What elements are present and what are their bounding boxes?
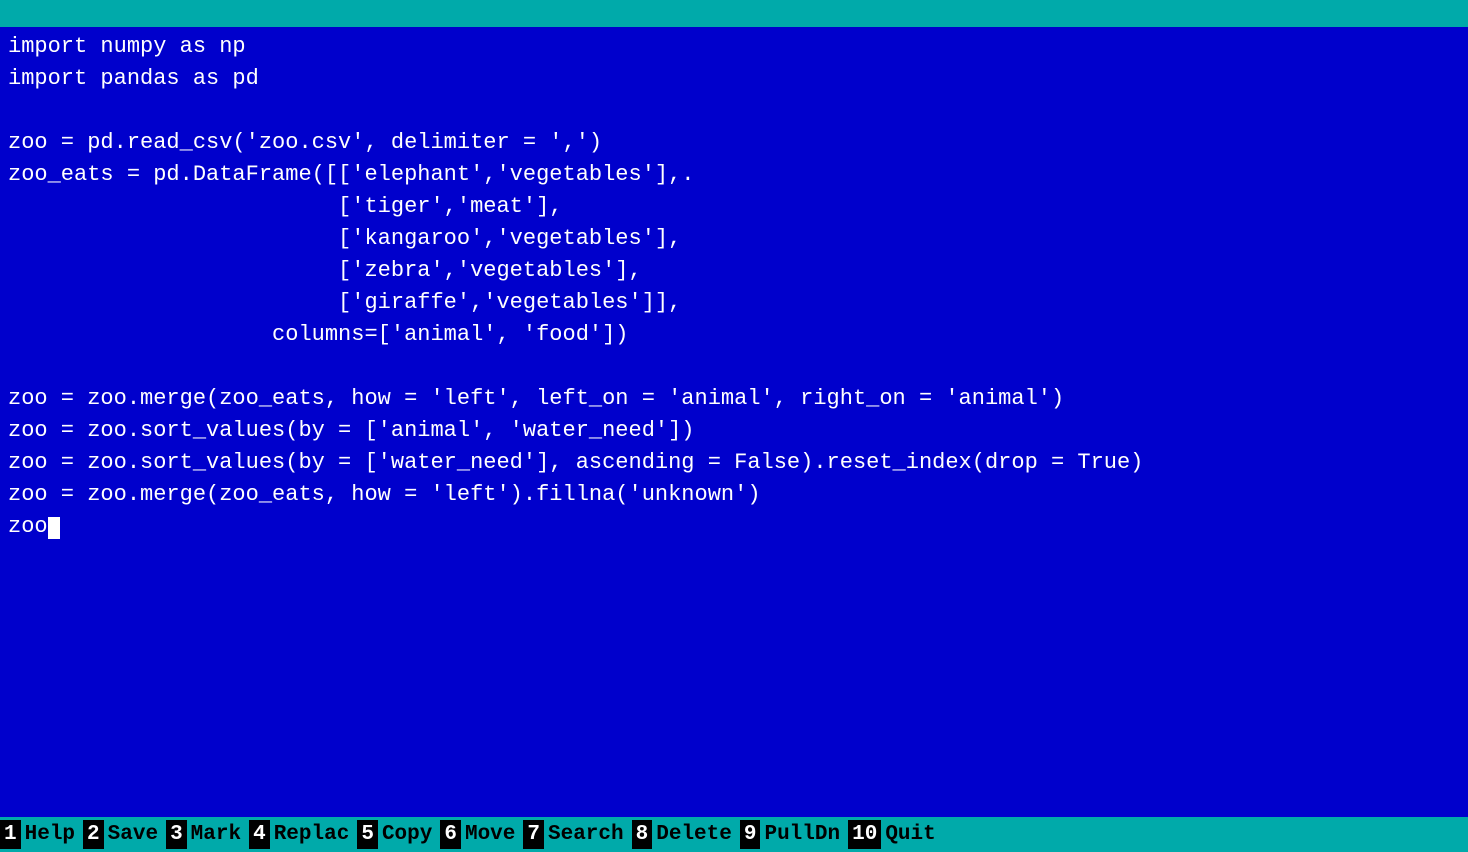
bottom-item-help[interactable]: 1Help: [0, 817, 83, 852]
code-line: zoo = zoo.sort_values(by = ['water_need'…: [8, 447, 1460, 479]
bottom-item-label: Help: [21, 820, 83, 849]
bottom-item-num: 2: [83, 820, 104, 849]
bottom-item-num: 9: [740, 820, 761, 849]
code-line: zoo_eats = pd.DataFrame([['elephant','ve…: [8, 159, 1460, 191]
bottom-item-num: 1: [0, 820, 21, 849]
code-line: ['giraffe','vegetables']],: [8, 287, 1460, 319]
code-line: zoo = zoo.merge(zoo_eats, how = 'left', …: [8, 383, 1460, 415]
bottom-item-label: Search: [544, 820, 632, 849]
bottom-item-label: PullDn: [760, 820, 848, 849]
code-line: import numpy as np: [8, 31, 1460, 63]
bottom-item-replac[interactable]: 4Replac: [249, 817, 357, 852]
bottom-bar: 1Help2Save3Mark4Replac5Copy6Move7Search8…: [0, 817, 1468, 852]
bottom-item-copy[interactable]: 5Copy: [357, 817, 440, 852]
bottom-item-label: Copy: [378, 820, 440, 849]
title-status: [8, 2, 184, 25]
editor-area[interactable]: import numpy as npimport pandas as pd zo…: [0, 27, 1468, 817]
code-line: [8, 351, 1460, 383]
bottom-item-move[interactable]: 6Move: [440, 817, 523, 852]
code-line: zoo = pd.read_csv('zoo.csv', delimiter =…: [8, 127, 1460, 159]
bottom-item-label: Mark: [187, 820, 249, 849]
bottom-item-label: Replac: [270, 820, 358, 849]
bottom-item-label: Save: [104, 820, 166, 849]
bottom-item-num: 8: [632, 820, 653, 849]
code-line: zoo = zoo.sort_values(by = ['animal', 'w…: [8, 415, 1460, 447]
code-line: ['tiger','meat'],: [8, 191, 1460, 223]
text-cursor: [48, 517, 60, 539]
bottom-item-num: 7: [523, 820, 544, 849]
code-line: import pandas as pd: [8, 63, 1460, 95]
bottom-item-num: 6: [440, 820, 461, 849]
bottom-item-label: Quit: [881, 820, 943, 849]
bottom-item-pulldn[interactable]: 9PullDn: [740, 817, 848, 852]
bottom-item-search[interactable]: 7Search: [523, 817, 631, 852]
bottom-item-num: 5: [357, 820, 378, 849]
bottom-item-mark[interactable]: 3Mark: [166, 817, 249, 852]
code-line: zoo = zoo.merge(zoo_eats, how = 'left').…: [8, 479, 1460, 511]
bottom-item-save[interactable]: 2Save: [83, 817, 166, 852]
code-line: ['kangaroo','vegetables'],: [8, 223, 1460, 255]
code-line: zoo: [8, 511, 1460, 543]
code-container: import numpy as npimport pandas as pd zo…: [8, 31, 1460, 543]
code-line: ['zebra','vegetables'],: [8, 255, 1460, 287]
code-line: columns=['animal', 'food']): [8, 319, 1460, 351]
bottom-item-num: 10: [848, 820, 881, 849]
bottom-item-quit[interactable]: 10Quit: [848, 817, 944, 852]
code-line: [8, 95, 1460, 127]
bottom-item-num: 4: [249, 820, 270, 849]
bottom-item-label: Delete: [652, 820, 740, 849]
bottom-item-delete[interactable]: 8Delete: [632, 817, 740, 852]
title-bar: [0, 0, 1468, 27]
bottom-item-label: Move: [461, 820, 523, 849]
bottom-item-num: 3: [166, 820, 187, 849]
